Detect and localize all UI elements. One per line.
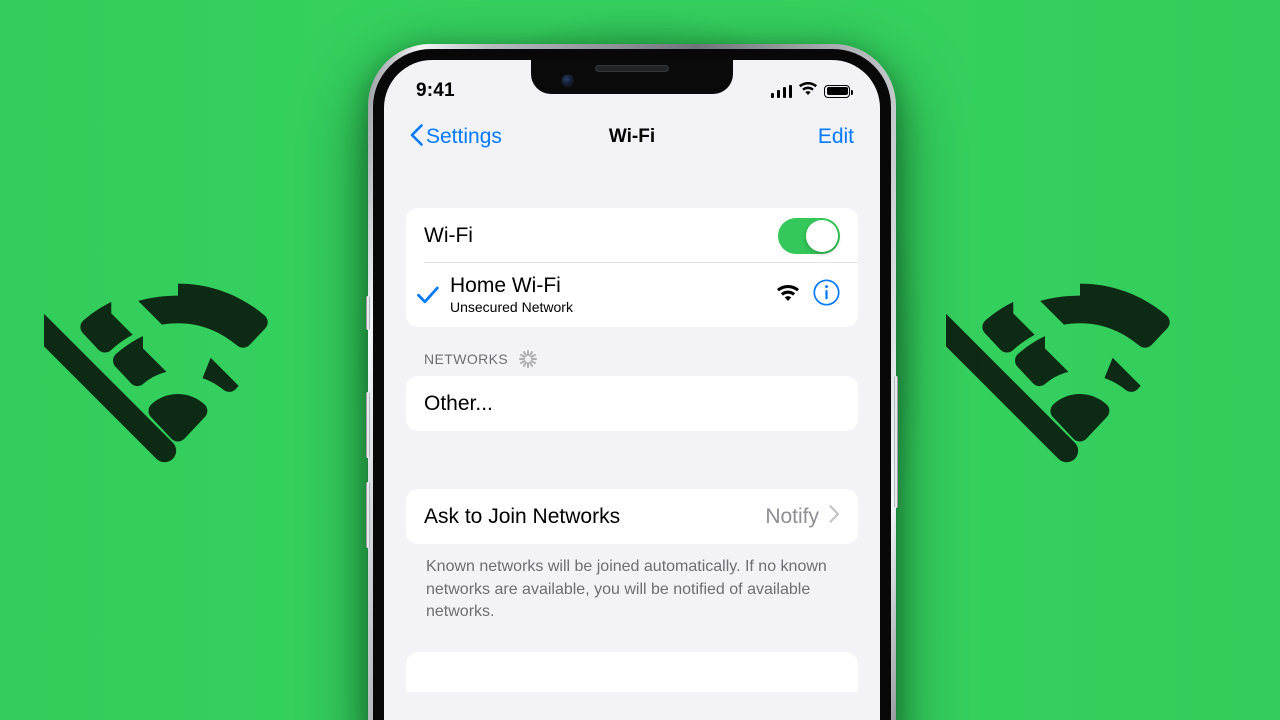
- earpiece-speaker-icon: [595, 65, 669, 72]
- back-button[interactable]: Settings: [410, 123, 502, 151]
- wifi-icon: [777, 284, 799, 306]
- battery-icon: [824, 84, 853, 98]
- cellular-bars-icon: [770, 84, 792, 98]
- settings-content: Wi-Fi Home Wi-Fi Unsecured Network NETWO…: [384, 164, 880, 693]
- networks-card: Other...: [406, 376, 858, 431]
- ask-to-join-footnote: Known networks will be joined automatica…: [426, 558, 827, 621]
- checkmark-icon: [406, 286, 450, 304]
- ask-to-join-value: Notify: [765, 504, 819, 528]
- nav-bar: Settings Wi-Fi Edit: [384, 110, 880, 164]
- wifi-toggle[interactable]: [778, 217, 840, 254]
- back-button-label: Settings: [426, 125, 502, 148]
- other-network-row[interactable]: Other...: [406, 376, 858, 431]
- activity-spinner-icon: [518, 349, 538, 369]
- status-icons: [770, 82, 853, 100]
- other-network-label: Other...: [424, 391, 493, 415]
- wifi-icon: [799, 82, 817, 100]
- networks-section-header: NETWORKS: [406, 327, 858, 376]
- front-camera-icon: [561, 74, 574, 87]
- mute-switch-button[interactable]: [366, 296, 370, 330]
- connected-network-text: Home Wi-Fi Unsecured Network: [450, 274, 573, 316]
- volume-down-button[interactable]: [366, 482, 370, 548]
- notch: [531, 60, 733, 94]
- chevron-left-icon: [410, 123, 423, 151]
- networks-section-label: NETWORKS: [424, 351, 509, 367]
- next-section-card-partial: [406, 652, 858, 693]
- wifi-card: Wi-Fi Home Wi-Fi Unsecured Network: [406, 208, 858, 327]
- info-circle-icon[interactable]: [813, 279, 840, 311]
- ask-to-join-row[interactable]: Ask to Join Networks Notify: [406, 489, 858, 544]
- wifi-off-icon: [946, 232, 1214, 472]
- wifi-off-icon: [44, 232, 312, 472]
- edit-button[interactable]: Edit: [818, 125, 854, 149]
- ask-to-join-label: Ask to Join Networks: [424, 504, 621, 528]
- connected-network-row[interactable]: Home Wi-Fi Unsecured Network: [406, 263, 858, 327]
- connected-network-icons: [777, 279, 840, 311]
- volume-up-button[interactable]: [366, 392, 370, 458]
- wifi-toggle-row[interactable]: Wi-Fi: [406, 208, 858, 263]
- wifi-toggle-knob: [806, 219, 838, 252]
- wifi-toggle-label: Wi-Fi: [424, 223, 473, 247]
- chevron-right-icon: [829, 505, 840, 528]
- phone-bezel: 9:41 Settings Wi-Fi Edit Wi-Fi Home Wi-F…: [373, 49, 891, 720]
- ask-to-join-card: Ask to Join Networks Notify: [406, 489, 858, 544]
- iphone-device: 9:41 Settings Wi-Fi Edit Wi-Fi Home Wi-F…: [366, 44, 898, 720]
- status-time: 9:41: [416, 80, 455, 101]
- power-button[interactable]: [894, 376, 898, 508]
- phone-screen: 9:41 Settings Wi-Fi Edit Wi-Fi Home Wi-F…: [384, 60, 880, 720]
- connected-network-subtitle: Unsecured Network: [450, 299, 573, 316]
- connected-network-name: Home Wi-Fi: [450, 274, 561, 298]
